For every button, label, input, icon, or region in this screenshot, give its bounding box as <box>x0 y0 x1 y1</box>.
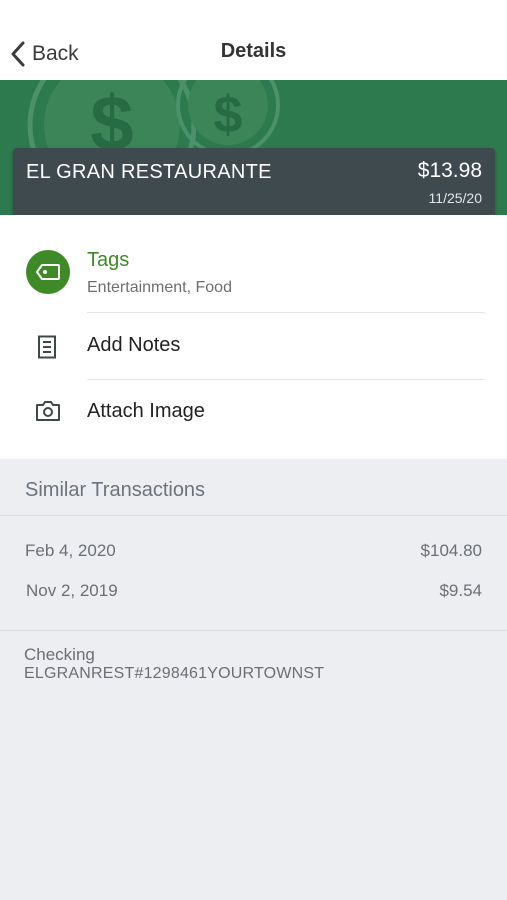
detail-actions: Tags Entertainment, Food Add Notes Attac… <box>0 215 507 459</box>
similar-transaction-row[interactable]: Nov 2, 2019 $9.54 <box>0 577 507 607</box>
transaction-amount: $13.98 <box>417 159 482 182</box>
svg-text:$: $ <box>214 86 243 144</box>
notes-icon <box>32 333 62 361</box>
transaction-summary-card: EL GRAN RESTAURANTE $13.98 11/25/20 <box>13 148 495 220</box>
similar-transaction-date: Nov 2, 2019 <box>26 581 118 600</box>
similar-transaction-date: Feb 4, 2020 <box>25 541 116 560</box>
similar-transactions-heading: Similar Transactions <box>25 479 206 501</box>
camera-icon <box>33 399 63 423</box>
account-type: Checking <box>24 645 95 664</box>
tags-value: Entertainment, Food <box>87 279 232 296</box>
similar-transaction-row[interactable]: Feb 4, 2020 $104.80 <box>0 537 507 567</box>
transaction-date: 11/25/20 <box>428 190 482 206</box>
merchant-name: EL GRAN RESTAURANTE <box>26 161 272 183</box>
navigation-bar: Back Details <box>0 0 507 80</box>
account-description: ELGRANREST#1298461YOURTOWNST <box>24 665 325 682</box>
tag-icon <box>26 250 70 294</box>
similar-transaction-amount: $104.80 <box>420 541 482 560</box>
attach-image-label: Attach Image <box>87 400 205 422</box>
add-notes-label: Add Notes <box>87 334 181 356</box>
add-notes-row[interactable]: Add Notes <box>0 313 507 380</box>
page-title: Details <box>220 40 287 62</box>
attach-image-row[interactable]: Attach Image <box>0 380 507 445</box>
similar-transaction-amount: $9.54 <box>439 581 482 600</box>
tags-row[interactable]: Tags Entertainment, Food <box>0 215 507 313</box>
divider <box>0 515 507 516</box>
divider <box>0 630 507 631</box>
tags-label: Tags <box>87 249 130 271</box>
